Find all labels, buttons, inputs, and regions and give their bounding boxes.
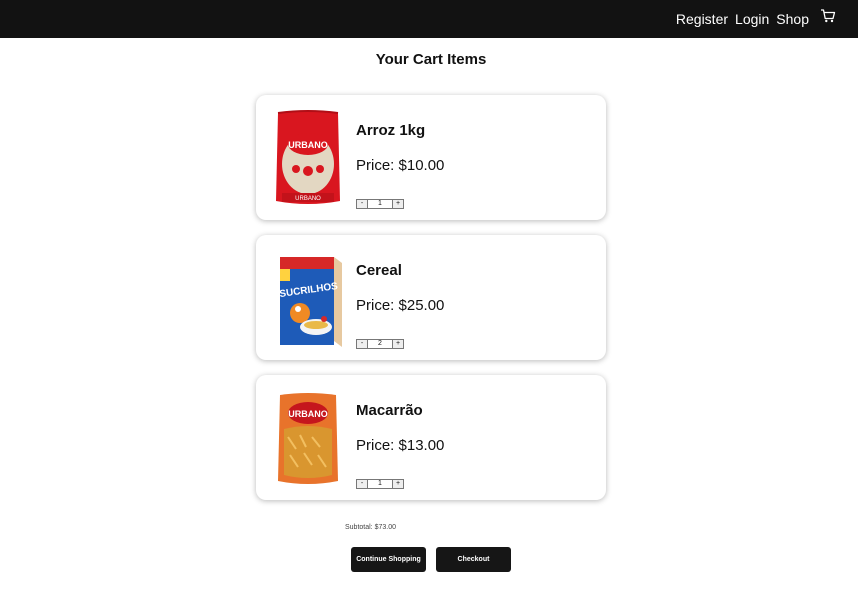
product-name: Cereal (356, 262, 402, 279)
product-name: Arroz 1kg (356, 122, 426, 139)
cereal-box-image: SUCRILHOS (272, 249, 344, 347)
product-name: Macarrão (356, 402, 423, 419)
quantity-stepper: - 1 + (356, 199, 404, 209)
page-title: Your Cart Items (375, 51, 487, 68)
product-price: Price: $10.00 (356, 157, 445, 174)
quantity-stepper: - 1 + (356, 479, 404, 489)
product-price: Price: $13.00 (356, 437, 445, 454)
nav-links: Register Login Shop (676, 0, 836, 38)
increase-quantity-button[interactable]: + (392, 339, 404, 349)
increase-quantity-button[interactable]: + (392, 479, 404, 489)
nav-shop-link[interactable]: Shop (776, 11, 809, 27)
product-price: Price: $25.00 (356, 297, 445, 314)
decrease-quantity-button[interactable]: - (356, 479, 368, 489)
continue-shopping-button[interactable]: Continue Shopping (351, 547, 426, 572)
decrease-quantity-button[interactable]: - (356, 199, 368, 209)
nav-login-link[interactable]: Login (735, 11, 769, 27)
subtotal-text: Subtotal: $73.00 (345, 524, 396, 531)
quantity-value[interactable]: 1 (368, 479, 392, 489)
cart-item-card: URBANO URBANO Arroz 1kg Price: $10.00 - … (256, 95, 606, 220)
svg-text:URBANO: URBANO (288, 409, 328, 419)
quantity-value[interactable]: 1 (368, 199, 392, 209)
rice-package-image: URBANO URBANO (272, 109, 344, 207)
pasta-package-image: URBANO (272, 389, 344, 487)
nav-register-link[interactable]: Register (676, 11, 728, 27)
shopping-cart-icon[interactable] (820, 8, 836, 24)
increase-quantity-button[interactable]: + (392, 199, 404, 209)
svg-text:URBANO: URBANO (288, 140, 328, 150)
cart-item-card: SUCRILHOS Cereal Price: $25.00 - 2 + (256, 235, 606, 360)
quantity-stepper: - 2 + (356, 339, 404, 349)
top-navbar: Register Login Shop (0, 0, 858, 38)
checkout-button[interactable]: Checkout (436, 547, 511, 572)
decrease-quantity-button[interactable]: - (356, 339, 368, 349)
svg-text:URBANO: URBANO (295, 196, 321, 202)
quantity-value[interactable]: 2 (368, 339, 392, 349)
cart-item-card: URBANO Macarrão Price: $13.00 - 1 + (256, 375, 606, 500)
